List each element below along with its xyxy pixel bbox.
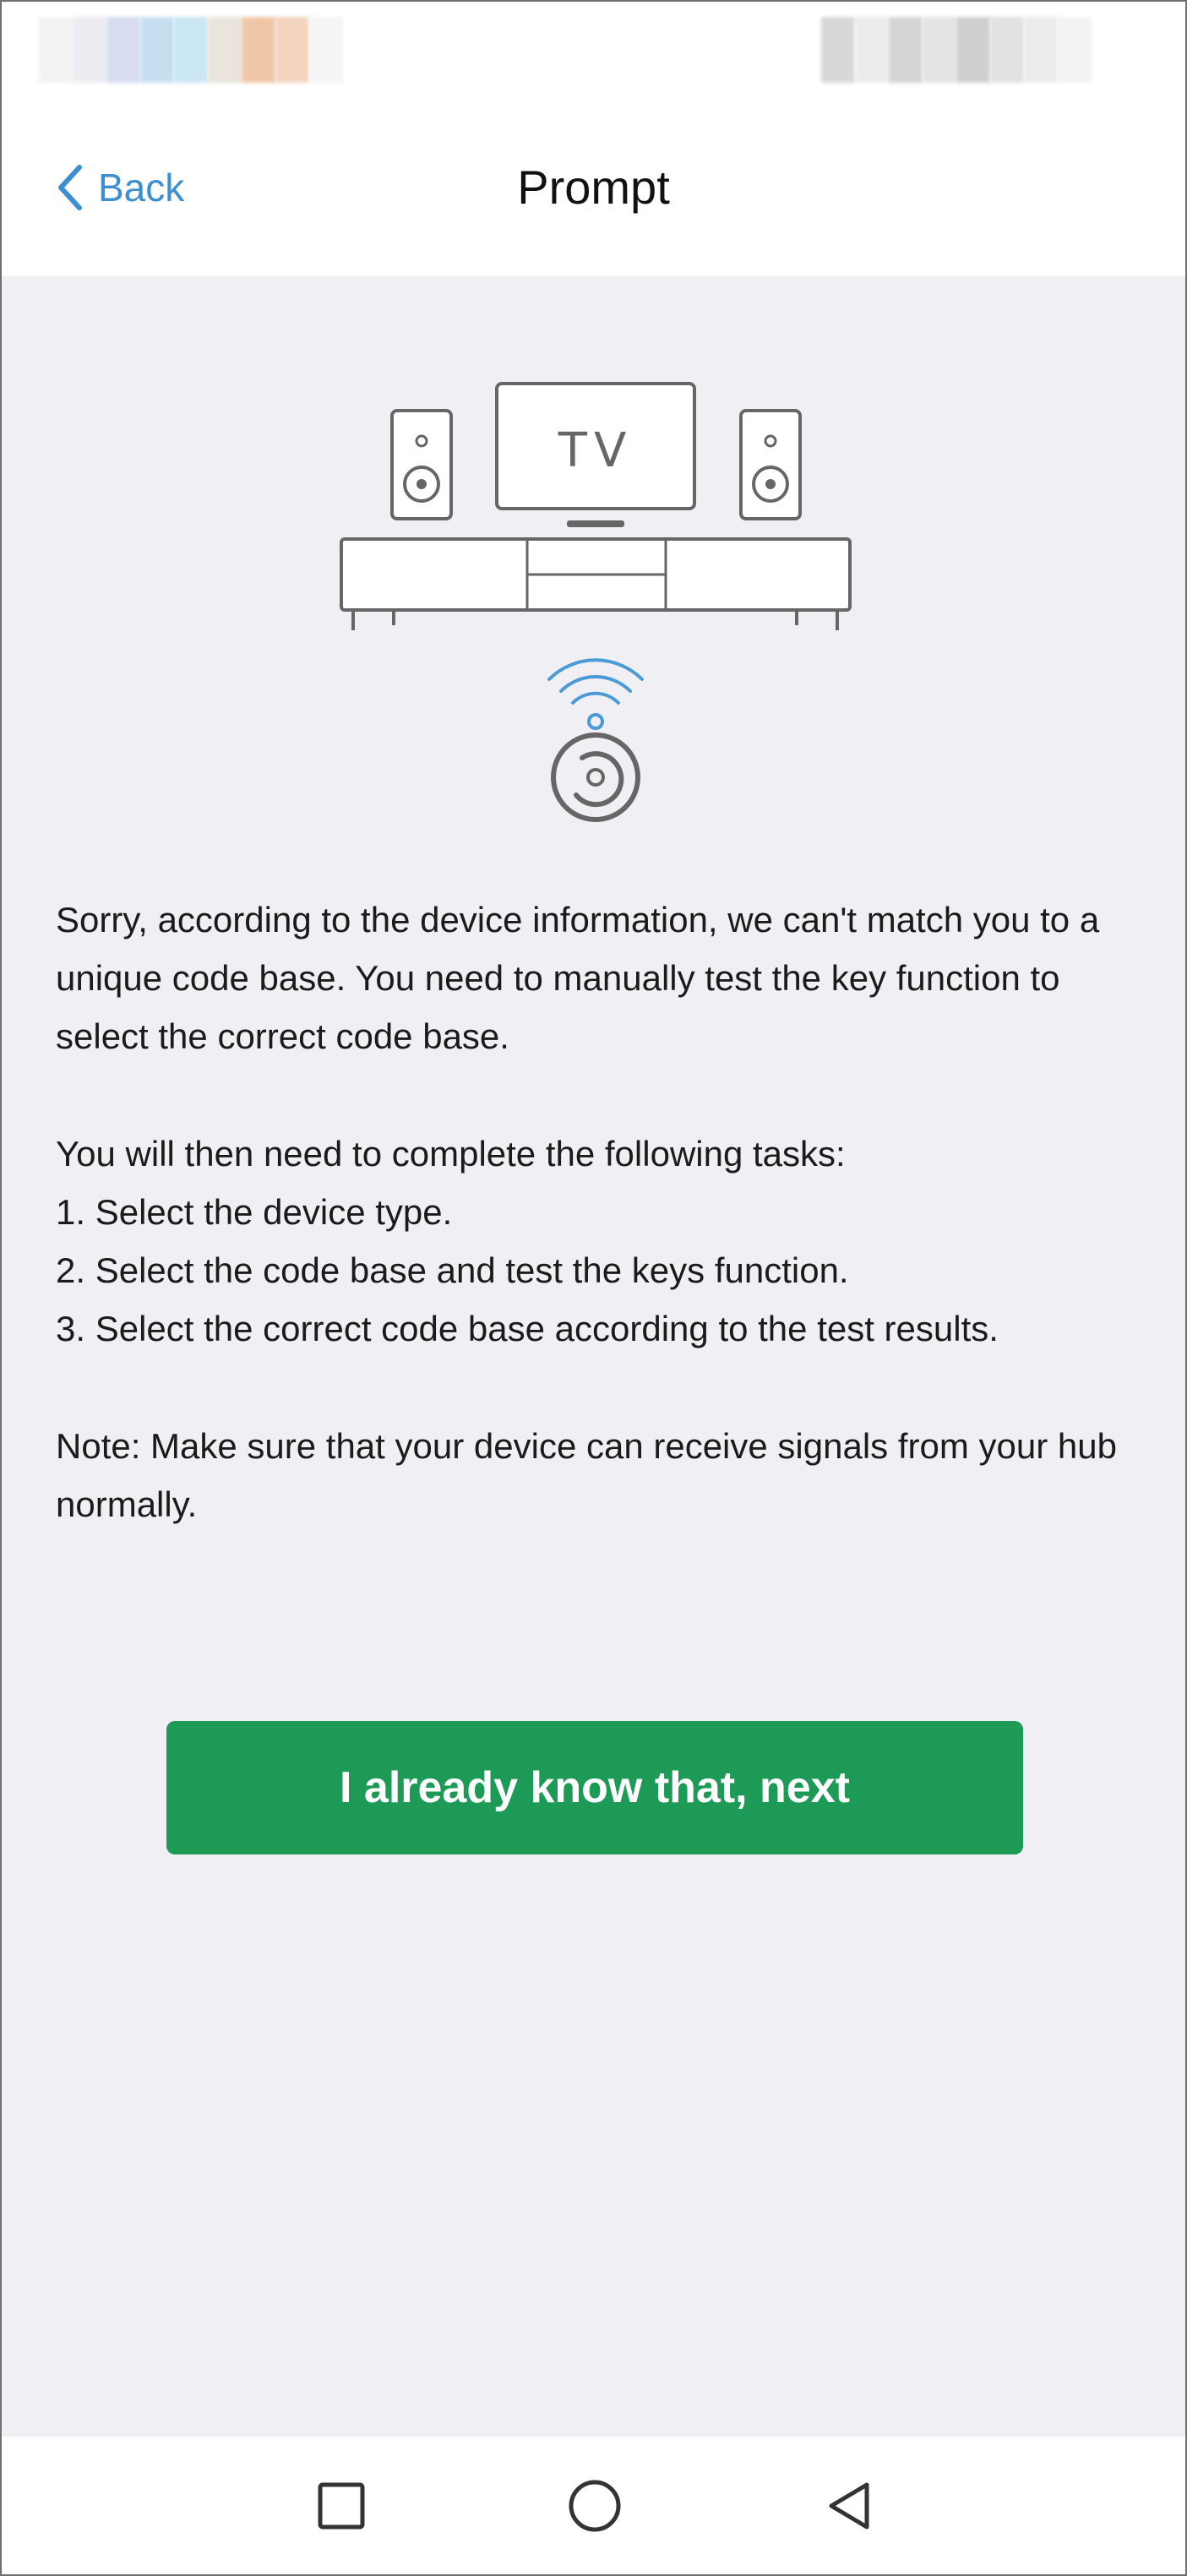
tasks-intro: You will then need to complete the follo… bbox=[56, 1134, 846, 1174]
signal-waves-icon bbox=[547, 658, 644, 730]
tv-icon: TV bbox=[495, 382, 696, 527]
page-title: Prompt bbox=[517, 161, 670, 214]
status-bar bbox=[2, 2, 1185, 95]
status-bar-right-blurred bbox=[821, 17, 1092, 83]
navigation-header: Back Prompt bbox=[2, 95, 1185, 276]
recent-apps-button[interactable] bbox=[308, 2472, 375, 2540]
system-back-button[interactable] bbox=[814, 2472, 882, 2540]
task-item: 1. Select the device type. bbox=[56, 1192, 453, 1232]
left-speaker-icon bbox=[390, 409, 453, 520]
tv-cabinet-icon bbox=[340, 537, 852, 630]
status-bar-left-blurred bbox=[39, 17, 343, 83]
hub-device-icon bbox=[551, 732, 640, 822]
note-paragraph: Note: Make sure that your device can rec… bbox=[56, 1426, 1117, 1524]
phone-screen: Back Prompt TV Sorry, according to the d… bbox=[0, 0, 1187, 2576]
info-paragraph: Sorry, according to the device informati… bbox=[56, 900, 1100, 1056]
home-button[interactable] bbox=[561, 2472, 629, 2540]
task-item: 2. Select the code base and test the key… bbox=[56, 1250, 849, 1290]
circle-icon bbox=[569, 2480, 621, 2532]
right-speaker-icon bbox=[739, 409, 802, 520]
triangle-left-icon bbox=[829, 2482, 869, 2530]
square-icon bbox=[318, 2482, 365, 2530]
tv-label: TV bbox=[558, 423, 634, 478]
next-button[interactable]: I already know that, next bbox=[166, 1721, 1023, 1854]
tv-setup-illustration: TV bbox=[340, 382, 852, 822]
system-navigation-bar bbox=[2, 2437, 1185, 2574]
prompt-content: Sorry, according to the device informati… bbox=[56, 890, 1154, 1533]
task-item: 3. Select the correct code base accordin… bbox=[56, 1309, 999, 1348]
